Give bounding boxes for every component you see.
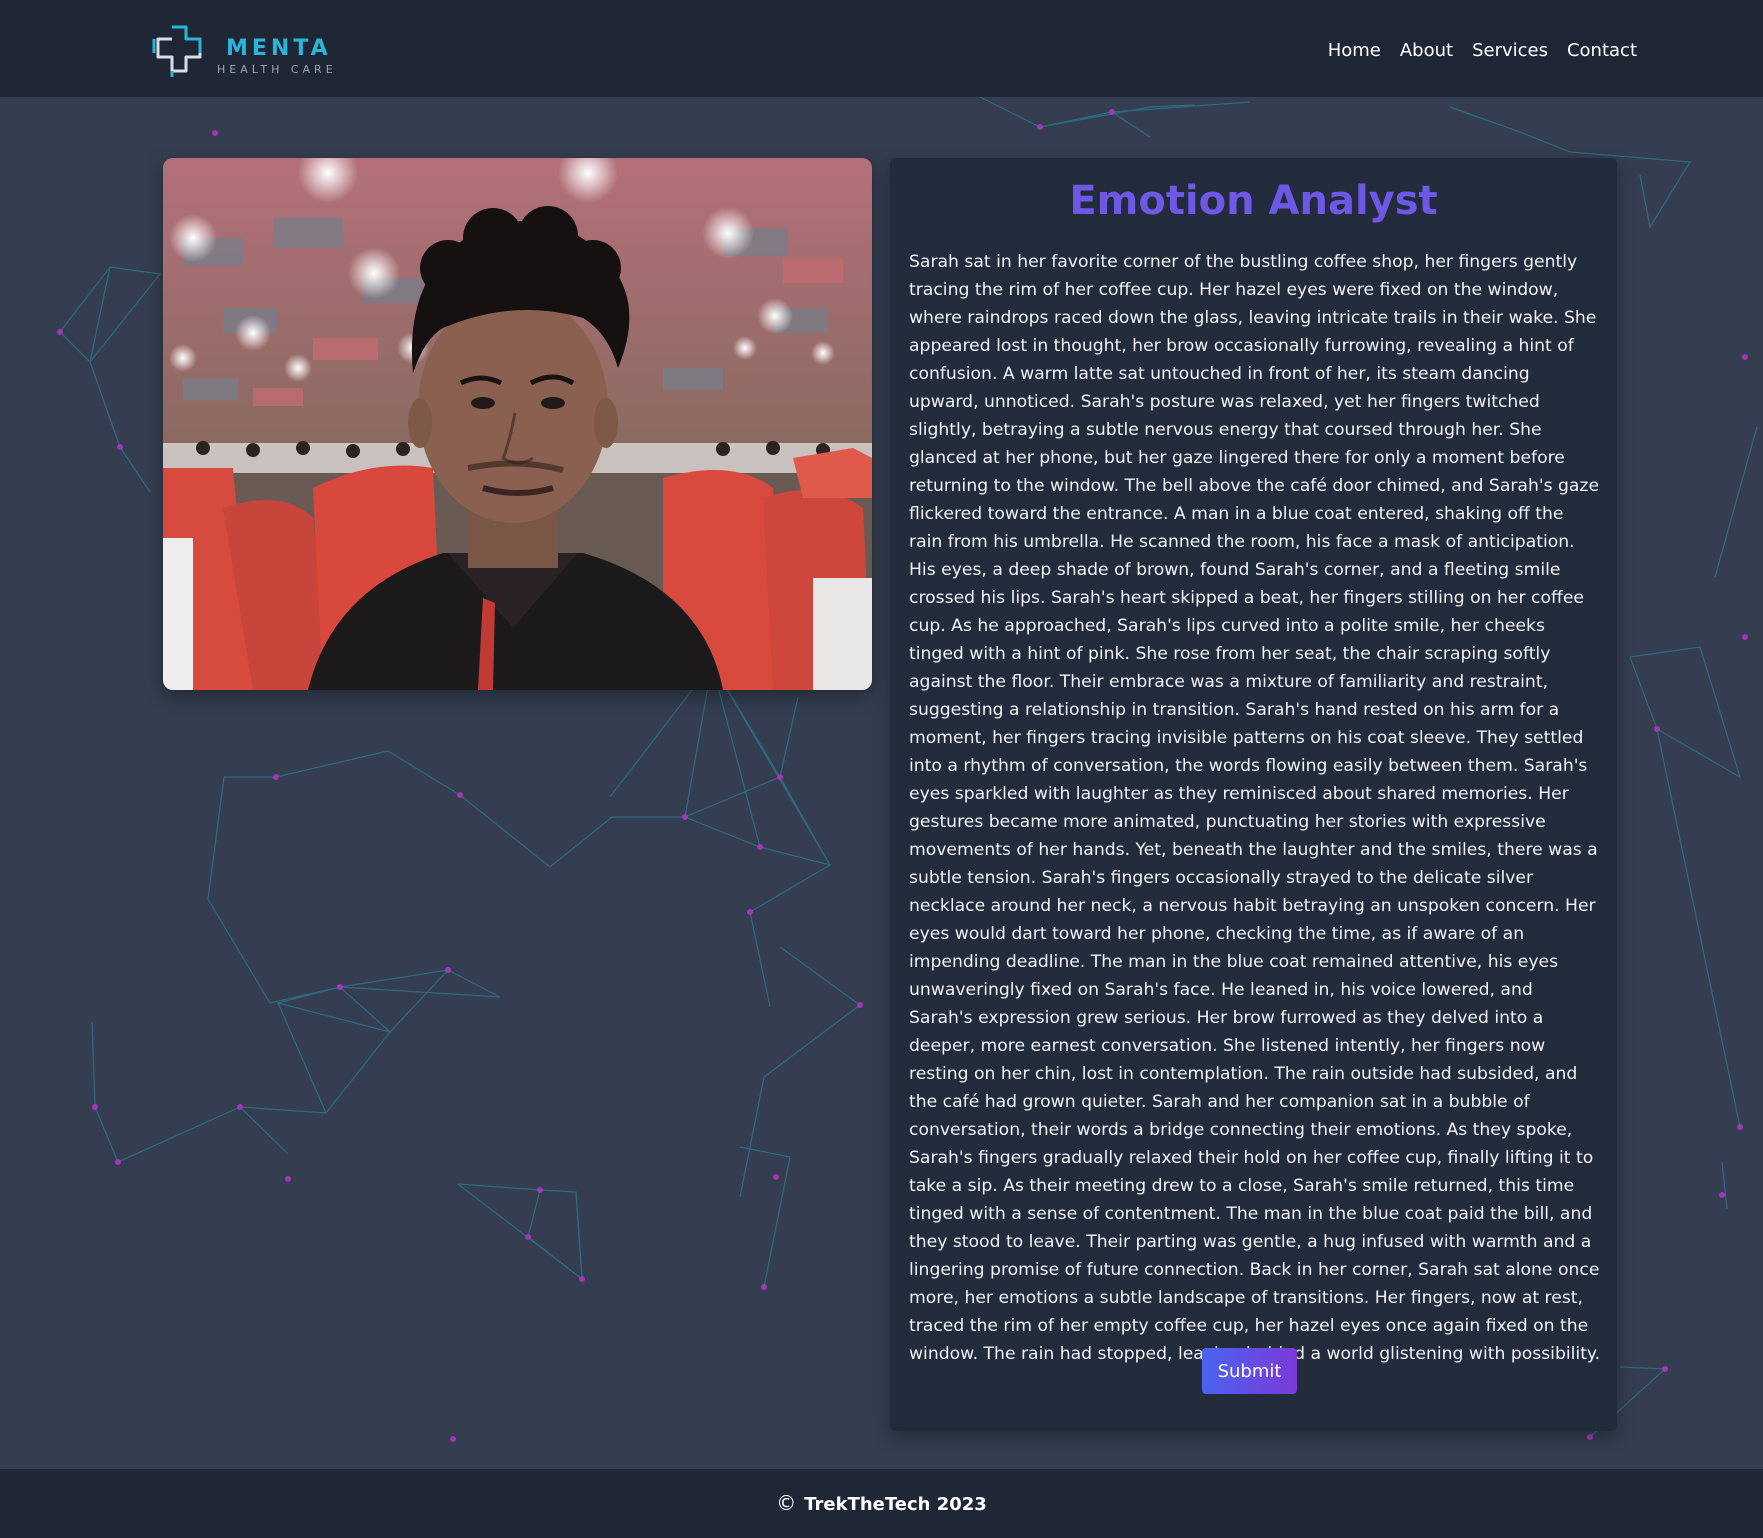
footer-copyright: © TrekTheTech 2023 bbox=[0, 1491, 1763, 1515]
nav-about[interactable]: About bbox=[1400, 40, 1453, 61]
main-nav: Home About Services Contact bbox=[1328, 40, 1637, 61]
medical-cross-icon bbox=[152, 25, 202, 77]
nav-home[interactable]: Home bbox=[1328, 40, 1381, 61]
copyright-icon: © bbox=[776, 1491, 797, 1515]
submit-button[interactable]: Submit bbox=[1202, 1348, 1297, 1394]
webcam-photo bbox=[163, 158, 872, 690]
card-title: Emotion Analyst bbox=[1069, 178, 1438, 224]
logo-subtitle: HEALTH CARE bbox=[217, 63, 337, 76]
navbar: MENTA HEALTH CARE Home About Services Co… bbox=[0, 0, 1763, 97]
emotion-analyst-card: Emotion Analyst Sarah sat in her favorit… bbox=[890, 158, 1617, 1431]
story-text: Sarah sat in her favorite corner of the … bbox=[909, 252, 1601, 1364]
footer: © TrekTheTech 2023 bbox=[0, 1469, 1763, 1538]
nav-services[interactable]: Services bbox=[1472, 40, 1548, 61]
nav-contact[interactable]: Contact bbox=[1567, 40, 1637, 61]
webcam-photo-image bbox=[163, 158, 872, 690]
logo-title: MENTA bbox=[226, 36, 332, 61]
footer-text: TrekTheTech 2023 bbox=[804, 1494, 987, 1515]
brand-logo[interactable]: MENTA HEALTH CARE bbox=[150, 23, 350, 81]
